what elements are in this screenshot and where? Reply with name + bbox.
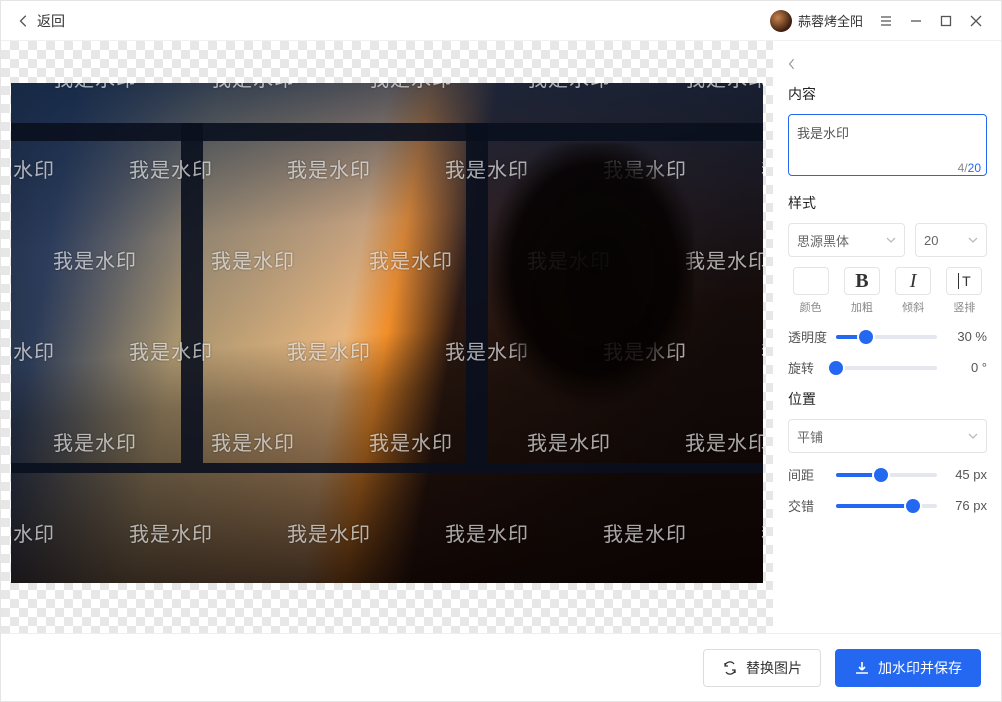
save-button[interactable]: 加水印并保存	[835, 649, 981, 687]
bold-button[interactable]: B加粗	[839, 267, 884, 315]
swap-icon	[722, 660, 738, 676]
rotate-slider[interactable]	[836, 366, 937, 370]
username: 蒜蓉烤全阳	[798, 11, 863, 30]
close-icon	[970, 15, 982, 27]
user-area[interactable]: 蒜蓉烤全阳	[770, 10, 863, 32]
spacing-slider-row: 间距 45 px	[788, 465, 987, 484]
position-select[interactable]: 平铺	[788, 419, 987, 453]
menu-button[interactable]	[871, 6, 901, 36]
chevron-left-icon	[788, 57, 796, 71]
section-style-title: 样式	[788, 193, 987, 213]
back-label: 返回	[37, 11, 65, 31]
close-button[interactable]	[961, 6, 991, 36]
section-content-title: 内容	[788, 84, 987, 104]
minimize-icon	[910, 15, 922, 27]
rotate-slider-row: 旋转 0 °	[788, 358, 987, 377]
side-panel: 内容 4/20 样式 思源黑体 20 颜色 B加粗 I倾斜 T竖排 透明度	[773, 41, 1001, 633]
minimize-button[interactable]	[901, 6, 931, 36]
chevron-down-icon	[968, 431, 978, 441]
download-icon	[854, 660, 870, 676]
footer-bar: 替换图片 加水印并保存	[1, 633, 1001, 701]
chevron-down-icon	[886, 235, 896, 245]
stagger-slider-row: 交错 76 px	[788, 496, 987, 515]
hamburger-icon	[880, 15, 892, 27]
char-counter: 4/20	[958, 161, 981, 175]
font-size-select[interactable]: 20	[915, 223, 987, 257]
panel-back-button[interactable]	[788, 57, 987, 74]
font-family-select[interactable]: 思源黑体	[788, 223, 905, 257]
replace-image-button[interactable]: 替换图片	[703, 649, 821, 687]
arrow-left-icon	[17, 14, 31, 28]
vertical-button[interactable]: T竖排	[942, 267, 987, 315]
spacing-slider[interactable]	[836, 473, 937, 477]
maximize-button[interactable]	[931, 6, 961, 36]
color-button[interactable]: 颜色	[788, 267, 833, 315]
stagger-slider[interactable]	[836, 504, 937, 508]
watermark-overlay: 我是水印我是水印我是水印我是水印我是水印我是水印我是水印我是水印我是水印我是水印…	[11, 83, 763, 583]
avatar	[770, 10, 792, 32]
chevron-down-icon	[968, 235, 978, 245]
opacity-slider-row: 透明度 30 %	[788, 327, 987, 346]
opacity-slider[interactable]	[836, 335, 937, 339]
back-button[interactable]: 返回	[11, 7, 71, 35]
section-position-title: 位置	[788, 389, 987, 409]
maximize-icon	[940, 15, 952, 27]
preview-image: 我是水印我是水印我是水印我是水印我是水印我是水印我是水印我是水印我是水印我是水印…	[11, 83, 763, 583]
italic-button[interactable]: I倾斜	[891, 267, 936, 315]
canvas-area[interactable]: 我是水印我是水印我是水印我是水印我是水印我是水印我是水印我是水印我是水印我是水印…	[1, 41, 773, 633]
